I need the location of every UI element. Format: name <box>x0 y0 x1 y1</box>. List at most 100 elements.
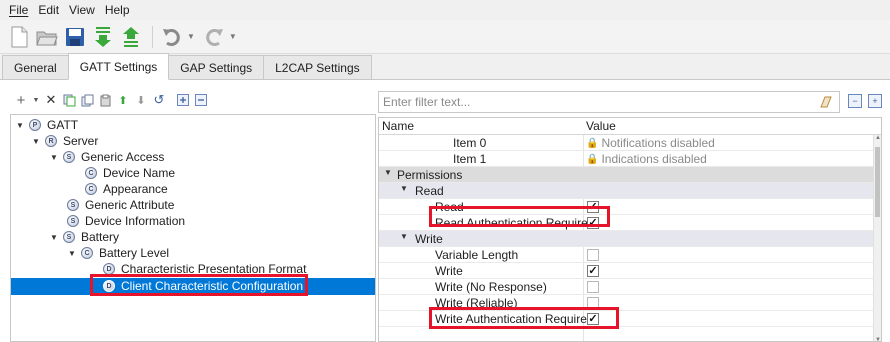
delete-icon[interactable]: ✕ <box>44 92 58 107</box>
add-icon[interactable]: + <box>14 92 28 109</box>
move-down-icon[interactable]: ⬇ <box>134 93 148 107</box>
tree-node-label: Generic Attribute <box>85 198 175 212</box>
tree-node-label: Generic Access <box>81 150 165 164</box>
tree-node-generic-attribute[interactable]: S Generic Attribute <box>67 197 174 213</box>
move-up-icon[interactable]: ⬆ <box>116 93 130 107</box>
row-value-text: Notifications disabled <box>601 136 715 150</box>
collapse-arrow-icon[interactable]: ▼ <box>49 153 59 162</box>
characteristic-badge-icon: C <box>85 167 97 179</box>
undo-icon[interactable] <box>159 24 185 50</box>
tree-node-label: Battery Level <box>99 246 170 260</box>
gatt-tree: ▼ P GATT ▼ R Server ▼ S Generic Access C… <box>10 114 376 342</box>
duplicate-icon[interactable] <box>80 93 94 107</box>
collapse-arrow-icon[interactable]: ▼ <box>399 184 409 193</box>
tree-toolbar: + ▼ ✕ ⬆ ⬇ ↺ <box>14 90 208 110</box>
grid-row[interactable]: Item 1 🔒 Indications disabled <box>379 151 875 167</box>
upload-arrow-icon[interactable] <box>118 24 144 50</box>
filter-placeholder: Enter filter text... <box>383 95 471 109</box>
variable-length-checkbox[interactable] <box>587 249 599 261</box>
tree-node-server[interactable]: ▼ R Server <box>31 133 98 149</box>
tree-node-gatt[interactable]: ▼ P GATT <box>15 117 78 133</box>
collapse-arrow-icon[interactable]: ▼ <box>49 233 59 242</box>
download-arrow-icon[interactable] <box>90 24 116 50</box>
tree-node-label: Server <box>63 134 99 148</box>
highlight-box-read-auth <box>429 206 610 227</box>
clear-filter-icon[interactable] <box>819 95 833 111</box>
write-checkbox[interactable]: ✓ <box>587 265 599 277</box>
lock-icon: 🔒 <box>586 153 599 165</box>
grid-category-row[interactable]: ▼ Permissions <box>379 167 875 183</box>
scroll-up-icon[interactable]: ▲ <box>874 135 881 141</box>
tree-node-appearance[interactable]: C Appearance <box>85 181 168 197</box>
grid-row[interactable]: Write (No Response) <box>379 279 875 295</box>
collapse-arrow-icon[interactable]: ▼ <box>383 168 393 177</box>
save-icon[interactable] <box>62 24 88 50</box>
write-no-response-checkbox[interactable] <box>587 281 599 293</box>
lock-icon: 🔒 <box>586 137 599 149</box>
filter-input[interactable]: Enter filter text... <box>378 91 840 113</box>
scroll-down-icon[interactable]: ▼ <box>874 337 881 341</box>
expand-all-icon[interactable] <box>176 93 190 107</box>
undo-dropdown-icon[interactable]: ▼ <box>187 32 195 41</box>
grid-subcategory-row[interactable]: ▼ Write <box>379 231 875 247</box>
settings-tabs: General GATT Settings GAP Settings L2CAP… <box>0 53 890 80</box>
tree-node-battery[interactable]: ▼ S Battery <box>49 229 119 245</box>
column-header-name[interactable]: Name <box>382 119 414 133</box>
tab-general[interactable]: General <box>2 55 69 79</box>
tab-gap-settings[interactable]: GAP Settings <box>168 55 265 79</box>
refresh-icon[interactable]: ↺ <box>152 92 166 107</box>
redo-dropdown-icon[interactable]: ▼ <box>229 32 237 41</box>
toolbar: ▼ ▼ <box>0 20 890 54</box>
gatt-settings-panel: + ▼ ✕ ⬆ ⬇ ↺ ▼ P GATT ▼ R Server ▼ S Gene… <box>0 80 890 342</box>
tree-node-device-information[interactable]: S Device Information <box>67 213 185 229</box>
collapse-all-icon[interactable] <box>194 93 208 107</box>
service-badge-icon: S <box>67 215 79 227</box>
grid-row[interactable]: Write ✓ <box>379 263 875 279</box>
role-badge-icon: R <box>45 135 57 147</box>
service-badge-icon: S <box>63 151 75 163</box>
expand-categories-icon[interactable]: + <box>868 94 882 108</box>
collapse-categories-icon[interactable]: − <box>848 94 862 108</box>
highlight-box-selected-node <box>90 274 308 296</box>
tree-node-generic-access[interactable]: ▼ S Generic Access <box>49 149 164 165</box>
properties-pane: Enter filter text... − + Name Value Item… <box>378 88 890 342</box>
grid-row[interactable]: Variable Length <box>379 247 875 263</box>
vertical-scrollbar[interactable]: ▲ ▼ <box>873 135 881 341</box>
scrollbar-thumb[interactable] <box>875 147 880 217</box>
collapse-arrow-icon[interactable]: ▼ <box>399 232 409 241</box>
highlight-box-write-auth <box>429 307 619 329</box>
collapse-arrow-icon[interactable]: ▼ <box>31 137 41 146</box>
grid-toolbar: − + <box>848 94 882 108</box>
add-dropdown-icon[interactable]: ▼ <box>32 93 40 107</box>
open-folder-icon[interactable] <box>34 24 60 50</box>
menu-edit[interactable]: Edit <box>33 3 64 17</box>
grid-subcategory-row[interactable]: ▼ Read <box>379 183 875 199</box>
new-file-icon[interactable] <box>6 24 32 50</box>
copy-icon[interactable] <box>62 93 76 107</box>
row-value: 🔒 Indications disabled <box>586 152 707 166</box>
menu-view[interactable]: View <box>64 3 100 17</box>
service-badge-icon: S <box>67 199 79 211</box>
menu-bar: File Edit View Help <box>0 0 890 20</box>
tree-node-label: Device Name <box>103 166 176 180</box>
toolbar-separator <box>152 25 153 48</box>
collapse-arrow-icon[interactable]: ▼ <box>67 249 77 258</box>
menu-help[interactable]: Help <box>100 3 135 17</box>
tab-gatt-settings[interactable]: GATT Settings <box>67 53 170 80</box>
row-value: 🔒 Notifications disabled <box>586 136 715 150</box>
row-name: Read <box>415 184 444 198</box>
column-header-value[interactable]: Value <box>586 119 616 133</box>
tree-node-label: GATT <box>47 118 79 132</box>
tree-node-device-name[interactable]: C Device Name <box>85 165 175 181</box>
redo-icon[interactable] <box>201 24 227 50</box>
menu-file[interactable]: File <box>4 3 33 17</box>
paste-icon[interactable] <box>98 93 112 107</box>
tab-l2cap-settings[interactable]: L2CAP Settings <box>263 55 372 79</box>
row-name: Permissions <box>397 168 463 182</box>
tree-node-label: Battery <box>81 230 120 244</box>
grid-row[interactable]: Item 0 🔒 Notifications disabled <box>379 135 875 151</box>
collapse-arrow-icon[interactable]: ▼ <box>15 121 25 130</box>
row-name: Item 0 <box>453 136 487 150</box>
tree-node-battery-level[interactable]: ▼ C Battery Level <box>67 245 169 261</box>
row-name: Variable Length <box>435 248 519 262</box>
